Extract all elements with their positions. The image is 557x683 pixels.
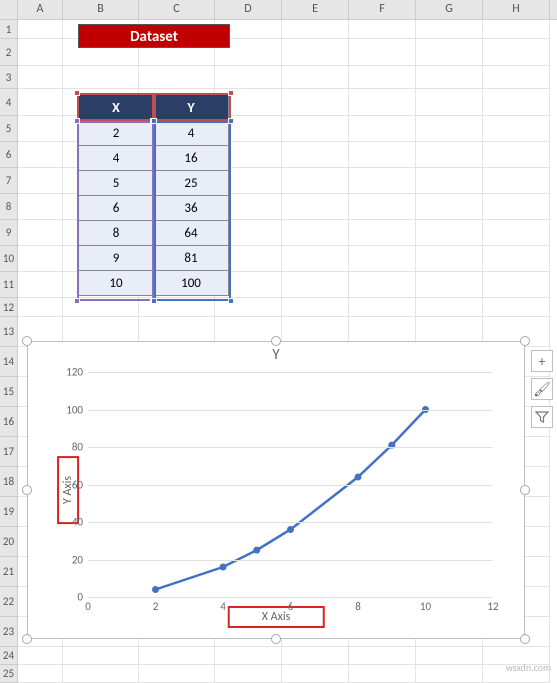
col-header[interactable]: B [63, 0, 139, 19]
row-header[interactable]: 6 [0, 142, 17, 168]
selection-x-range [77, 121, 154, 301]
chart-handle[interactable] [520, 485, 530, 495]
row-header[interactable]: 11 [0, 272, 17, 298]
chart-handle[interactable] [22, 336, 32, 346]
row-header[interactable]: 17 [0, 437, 17, 467]
brush-icon: 🖌 [533, 381, 551, 398]
chart-add-element-button[interactable]: + [531, 350, 553, 372]
row-header[interactable]: 25 [0, 665, 17, 683]
chart-handle[interactable] [271, 634, 281, 644]
chart-side-buttons: + 🖌 [531, 350, 553, 434]
col-header[interactable] [0, 0, 18, 19]
col-header[interactable]: D [215, 0, 282, 19]
row-header[interactable]: 23 [0, 617, 17, 647]
x-tick: 6 [276, 600, 306, 613]
chart-handle[interactable] [520, 634, 530, 644]
chart[interactable]: Y Y Axis X Axis 020406080100120024681012 [27, 341, 525, 639]
row-header[interactable]: 19 [0, 497, 17, 527]
y-tick: 80 [53, 441, 83, 454]
row-header[interactable]: 16 [0, 407, 17, 437]
row-header[interactable]: 5 [0, 116, 17, 142]
chart-filter-button[interactable] [531, 406, 553, 428]
row-header[interactable]: 2 [0, 39, 17, 66]
selection-y-range [154, 121, 231, 301]
row-header[interactable]: 9 [0, 220, 17, 246]
row-headers[interactable]: 1234567891011121314151617181920212223242… [0, 20, 18, 683]
x-tick: 4 [208, 600, 238, 613]
plot-area[interactable]: 020406080100120024681012 [88, 372, 493, 597]
col-header[interactable]: H [483, 0, 550, 19]
watermark: wsxdn.com [506, 661, 551, 674]
dataset-banner: Dataset [78, 24, 230, 48]
plus-icon: + [539, 353, 546, 370]
x-tick: 12 [478, 600, 508, 613]
chart-style-button[interactable]: 🖌 [531, 378, 553, 400]
funnel-icon [535, 410, 549, 424]
row-header[interactable]: 7 [0, 168, 17, 194]
y-tick: 120 [53, 366, 83, 379]
row-header[interactable]: 13 [0, 317, 17, 347]
x-tick: 10 [411, 600, 441, 613]
row-header[interactable]: 12 [0, 298, 17, 317]
selection-x-header [77, 93, 154, 121]
row-header[interactable]: 21 [0, 557, 17, 587]
col-header[interactable]: A [18, 0, 63, 19]
row-header[interactable]: 15 [0, 377, 17, 407]
row-header[interactable]: 4 [0, 89, 17, 116]
row-header[interactable]: 14 [0, 347, 17, 377]
row-header[interactable]: 20 [0, 527, 17, 557]
y-tick: 60 [53, 478, 83, 491]
col-header[interactable]: C [139, 0, 215, 19]
y-tick: 100 [53, 403, 83, 416]
chart-handle[interactable] [22, 634, 32, 644]
chart-handle[interactable] [271, 336, 281, 346]
chart-handle[interactable] [22, 485, 32, 495]
row-header[interactable]: 22 [0, 587, 17, 617]
selection-y-header [154, 93, 231, 121]
x-tick: 0 [73, 600, 103, 613]
col-header[interactable]: F [349, 0, 416, 19]
row-header[interactable]: 1 [0, 20, 17, 39]
y-tick: 40 [53, 516, 83, 529]
x-tick: 2 [141, 600, 171, 613]
column-headers[interactable]: ABCDEFGH [0, 0, 557, 20]
col-header[interactable]: G [416, 0, 483, 19]
x-tick: 8 [343, 600, 373, 613]
row-header[interactable]: 18 [0, 467, 17, 497]
row-header[interactable]: 10 [0, 246, 17, 272]
row-header[interactable]: 24 [0, 647, 17, 665]
row-header[interactable]: 8 [0, 194, 17, 220]
chart-handle[interactable] [520, 336, 530, 346]
chart-title[interactable]: Y [28, 346, 524, 364]
col-header[interactable]: E [282, 0, 349, 19]
row-header[interactable]: 3 [0, 66, 17, 89]
y-tick: 20 [53, 553, 83, 566]
